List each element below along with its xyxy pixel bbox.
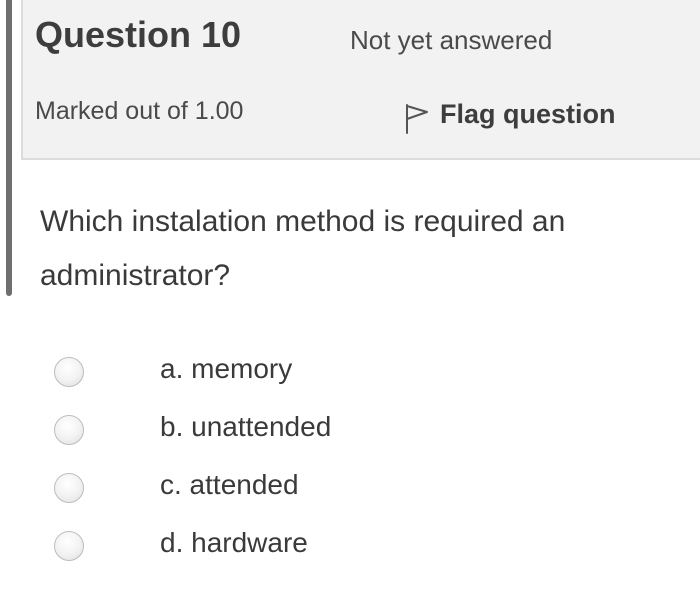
flag-question-label[interactable]: Flag question [440, 99, 616, 130]
question-info-panel: Question 10 Not yet answered Marked out … [21, 0, 700, 160]
answer-label-c[interactable]: c. attended [160, 469, 299, 501]
question-number: Question 10 [35, 14, 242, 55]
question-text: Which instalation method is required an … [40, 205, 566, 292]
radio-button-b[interactable] [54, 415, 84, 445]
answer-option-d[interactable]: d. hardware [54, 514, 654, 572]
radio-button-d[interactable] [54, 531, 84, 561]
answer-option-c[interactable]: c. attended [54, 456, 654, 514]
answer-label-b[interactable]: b. unattended [160, 411, 331, 443]
quiz-page: Question 10 Not yet answered Marked out … [0, 0, 700, 602]
answer-option-a[interactable]: a. memory [54, 340, 654, 398]
flag-icon[interactable] [404, 103, 430, 135]
radio-button-c[interactable] [54, 473, 84, 503]
radio-button-a[interactable] [54, 357, 84, 387]
answer-label-a[interactable]: a. memory [160, 353, 292, 385]
question-left-rule [6, 0, 12, 296]
answer-list: a. memory b. unattended c. attended d. h… [54, 340, 654, 572]
flag-question-button[interactable]: Flag question [404, 93, 616, 135]
question-grade: Marked out of 1.00 [35, 97, 244, 125]
question-state: Not yet answered [350, 25, 553, 55]
answer-label-d[interactable]: d. hardware [160, 527, 308, 559]
answer-option-b[interactable]: b. unattended [54, 398, 654, 456]
